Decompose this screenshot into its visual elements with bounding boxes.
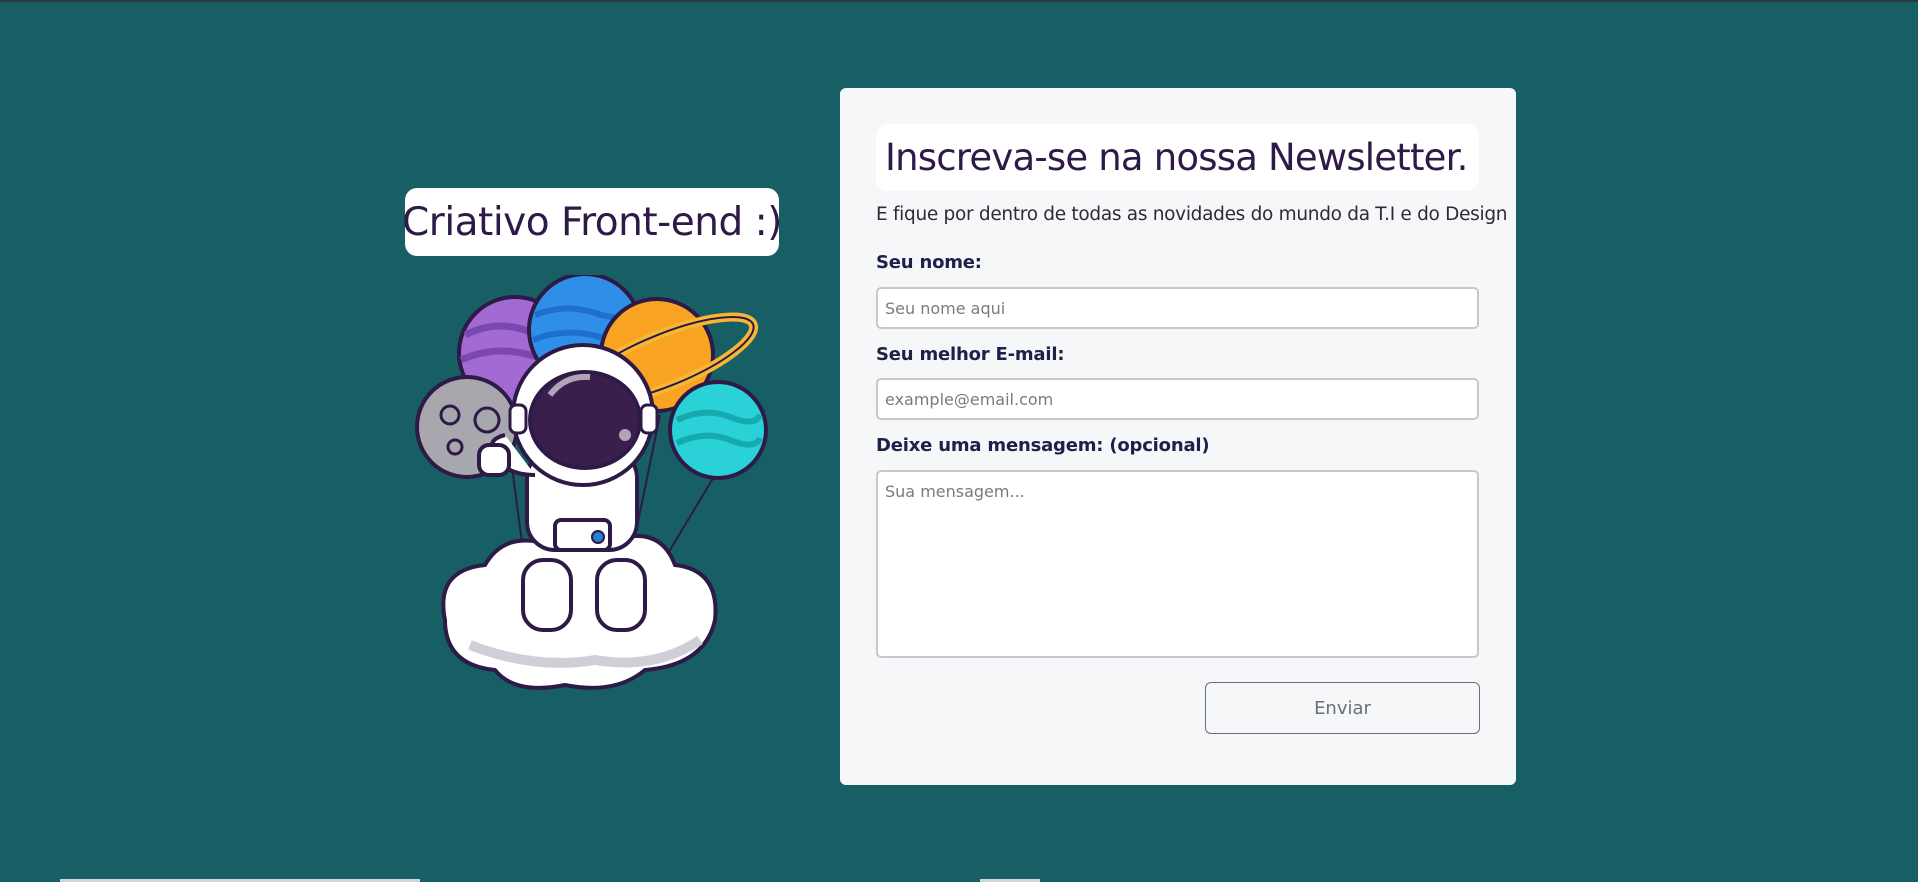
form-subtitle: E fique por dentro de todas as novidades… bbox=[876, 204, 1508, 225]
form-title-box: Inscreva-se na nossa Newsletter. bbox=[876, 124, 1479, 191]
brand-box: Criativo Front-end :) bbox=[402, 188, 782, 256]
brand-title: Criativo Front-end :) bbox=[402, 199, 782, 245]
message-textarea[interactable] bbox=[876, 470, 1479, 658]
email-input[interactable] bbox=[876, 378, 1479, 420]
message-label: Deixe uma mensagem: (opcional) bbox=[876, 435, 1210, 456]
submit-button[interactable]: Enviar bbox=[1205, 682, 1480, 734]
email-label: Seu melhor E-mail: bbox=[876, 344, 1065, 365]
form-title: Inscreva-se na nossa Newsletter. bbox=[885, 136, 1468, 179]
name-input[interactable] bbox=[876, 287, 1479, 329]
top-border bbox=[0, 0, 1918, 2]
newsletter-form-card: Inscreva-se na nossa Newsletter. E fique… bbox=[840, 88, 1516, 785]
name-label: Seu nome: bbox=[876, 252, 982, 273]
astronaut-illustration-icon bbox=[415, 272, 775, 695]
